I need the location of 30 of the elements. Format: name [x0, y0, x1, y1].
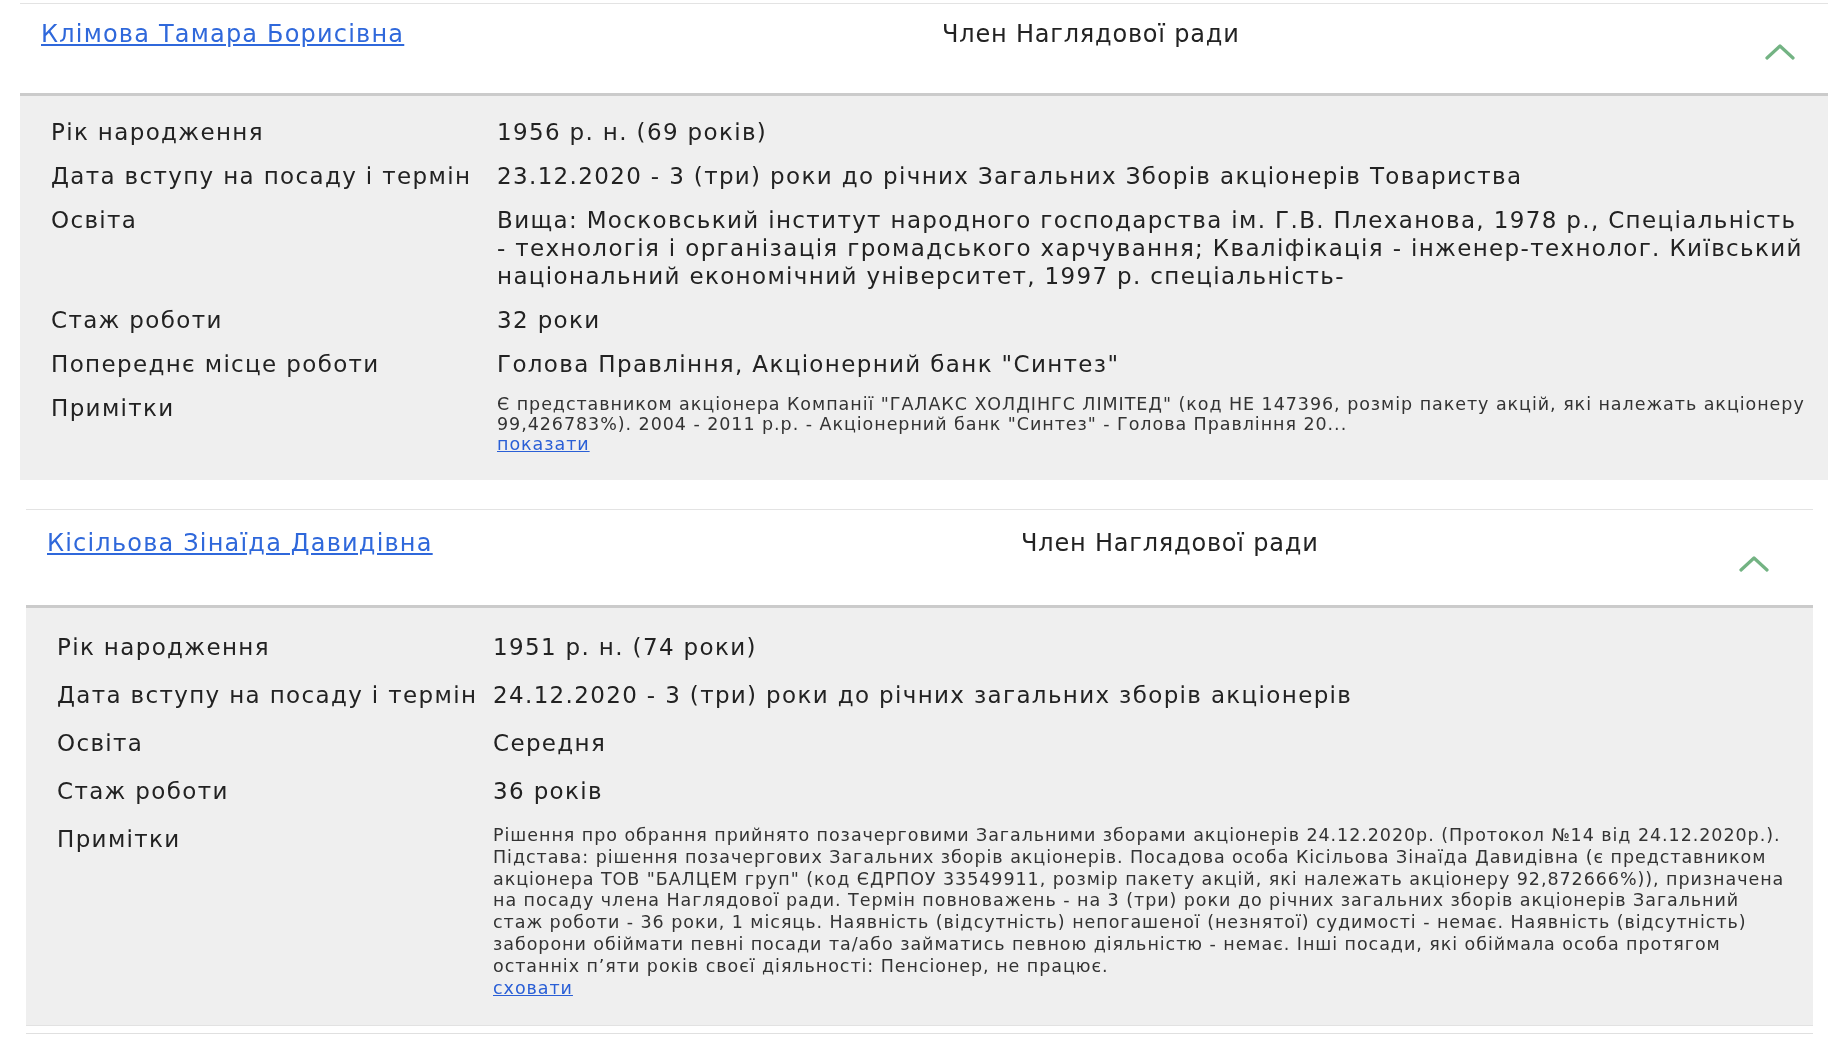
person-name-link[interactable]: Кісільова Зінаїда Давидівна	[47, 529, 433, 557]
field-value: Середня	[493, 729, 608, 757]
field-value: 32 роки	[497, 306, 602, 334]
chevron-up-icon[interactable]	[1739, 556, 1769, 572]
field-label: Дата вступу на посаду і термін	[51, 162, 473, 190]
field-value: 1951 р. н. (74 роки)	[493, 633, 758, 661]
field-value: 36 років	[493, 777, 604, 805]
field-label: Освіта	[57, 729, 145, 757]
position-text: Член Наглядової ради	[1021, 529, 1319, 557]
field-label: Примітки	[51, 394, 176, 422]
field-label: Стаж роботи	[57, 777, 230, 805]
field-label: Стаж роботи	[51, 306, 224, 334]
field-label: Рік народження	[51, 118, 265, 146]
field-label: Освіта	[51, 206, 139, 234]
chevron-up-icon[interactable]	[1765, 44, 1795, 60]
notes-toggle-link[interactable]: сховати	[493, 977, 573, 1000]
field-value: Вища: Московський інститут народного господарства ім. Г.В. Плеханова, 1978 р., Спеціальність - технологія і організація громадського харчування; Кваліфікація - інженер-технолог. Київський національний економічний університет, 1997 р. спеціальність-	[497, 206, 1804, 290]
field-value: 24.12.2020 - 3 (три) роки до річних загальних зборів акціонерів	[493, 681, 1354, 709]
notes-text: Рішення про обрання прийнято позачерговими Загальними зборами акціонерів 24.12.2020р. (Протокол №14 від 24.12.2020р.). Підстава: рішення позачергових Загальних зборів акціонерів. Посадова особа Кісільова Зінаїда Давидівна (є представником акціонера ТОВ "БАЛЦЕМ груп" (код ЄДРПОУ 33549911, розмір пакету акцій, які належать акціонеру 92,872666%)), призначена на посаду члена Наглядової ради. Термін повноважень - на 3 (три) роки до річних загальних зборів акціонерів Загальний стаж роботи - 36 роки, 1 місяць. Наявність (відсутність) непогашеної (незнятої) судимості - немає. Наявність (відсутність) заборони обіймати певні посади та/або займатись певною діяльністю - немає. Інші посади, які обіймала особа протягом останніх п’яти років своєї діяльності: Пенсіонер, не працює.	[493, 825, 1786, 978]
field-value: 1956 р. н. (69 років)	[497, 118, 769, 146]
field-value: Голова Правління, Акціонерний банк "Синтез"	[497, 350, 1121, 378]
position-text: Член Наглядової ради	[942, 20, 1240, 48]
notes-toggle-link[interactable]: показати	[497, 434, 590, 454]
field-label: Дата вступу на посаду і термін	[57, 681, 479, 709]
person-name-link[interactable]: Клімова Тамара Борисівна	[41, 20, 405, 48]
field-value: 23.12.2020 - 3 (три) роки до річних Загальних Зборів акціонерів Товариства	[497, 162, 1524, 190]
notes-text: Є представником акціонера Компанії "ГАЛАКС ХОЛДІНГС ЛІМІТЕД" (код НЕ 147396, розмір пакету акцій, які належать акціонеру 99,426783%). 2004 - 2011 р.р. - Акціонерний банк "Синтез" - Голова Правління 20...	[497, 394, 1806, 434]
field-label: Примітки	[57, 825, 182, 853]
field-label: Рік народження	[57, 633, 271, 661]
field-label: Попереднє місце роботи	[51, 350, 381, 378]
